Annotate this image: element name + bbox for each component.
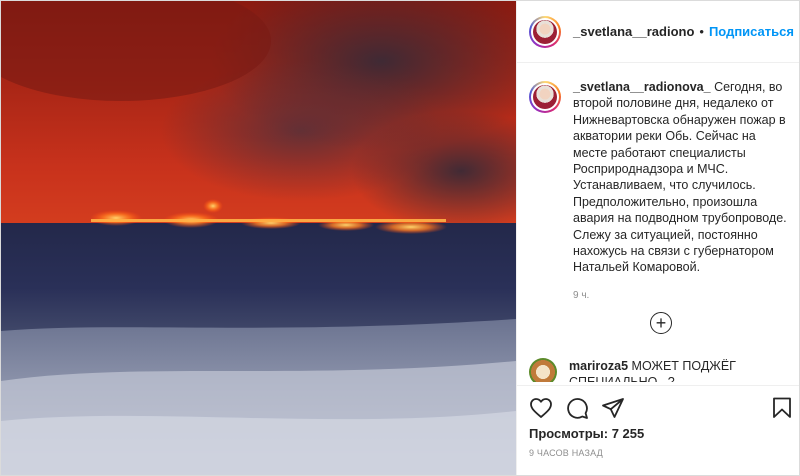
bookmark-icon[interactable] — [770, 396, 794, 420]
views-counter: Просмотры: 7 255 — [529, 426, 644, 441]
action-bar: Просмотры: 7 255 9 ЧАСОВ НАЗАД — [517, 385, 799, 475]
comment-item: mariroza5 МОЖЕТ ПОДЖЁГ СПЕЦИАЛЬНО...? — [529, 358, 794, 382]
follow-button[interactable]: Подписаться — [709, 24, 794, 39]
caption-body: _svetlana__radionova_ Сегодня, во второй… — [573, 79, 787, 304]
post-header: _svetlana__radiono • Подписаться — [517, 1, 799, 63]
post-side-panel: _svetlana__radiono • Подписаться _svetla… — [516, 1, 799, 475]
load-more-symbol: + — [655, 313, 667, 333]
comment-icon[interactable] — [565, 396, 589, 420]
caption-text: Сегодня, во второй половине дня, недалек… — [573, 80, 787, 275]
comment-body: mariroza5 МОЖЕТ ПОДЖЁГ СПЕЦИАЛЬНО...? — [569, 358, 779, 382]
heart-icon[interactable] — [529, 396, 553, 420]
views-label: Просмотры: — [529, 426, 609, 441]
fire-scene-image — [1, 1, 516, 475]
views-count: 7 255 — [611, 426, 645, 441]
post-age[interactable]: 9 ЧАСОВ НАЗАД — [529, 448, 603, 458]
author-avatar[interactable] — [529, 15, 561, 48]
commenter-username[interactable]: mariroza5 — [569, 359, 628, 373]
post-caption: _svetlana__radionova_ Сегодня, во второй… — [529, 79, 791, 304]
commenter-avatar[interactable] — [529, 358, 557, 382]
author-username[interactable]: _svetlana__radiono — [573, 24, 694, 39]
plus-circle-icon[interactable]: + — [650, 312, 672, 334]
post-video[interactable] — [1, 1, 516, 475]
caption-timestamp: 9 ч. — [573, 289, 590, 301]
caption-avatar[interactable] — [529, 81, 561, 113]
caption-username[interactable]: _svetlana__radionova_ — [573, 80, 711, 94]
post-window: _svetlana__radiono • Подписаться _svetla… — [0, 0, 800, 476]
share-icon[interactable] — [601, 396, 625, 420]
separator-dot: • — [699, 24, 704, 39]
